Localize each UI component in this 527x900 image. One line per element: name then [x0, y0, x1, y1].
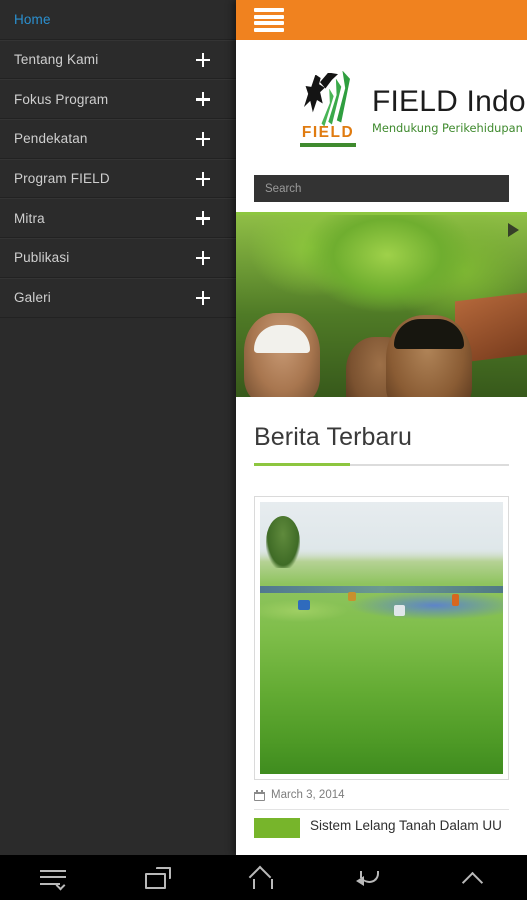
news-date-row: March 3, 2014 [254, 789, 509, 810]
photo-detail [348, 591, 356, 601]
app-top-bar [236, 0, 527, 40]
logo-wordmark-text: FIELD [301, 123, 355, 141]
expand-up-icon [461, 869, 487, 893]
photo-detail [298, 599, 310, 610]
menu-button[interactable] [17, 855, 89, 900]
sidebar-item-galeri[interactable]: Galeri [0, 277, 236, 318]
brand-text-block: FIELD Indo Mendukung Perikehidupan Masya [372, 80, 527, 136]
sidebar-item-label: Publikasi [14, 250, 70, 266]
photo-detail [260, 586, 503, 594]
home-icon [249, 865, 277, 889]
news-date: March 3, 2014 [271, 789, 345, 801]
sidebar-item-fokus-program[interactable]: Fokus Program [0, 79, 236, 120]
recent-apps-icon [145, 866, 172, 889]
hamburger-bar [254, 27, 284, 32]
plus-icon[interactable] [196, 92, 210, 107]
hamburger-bar [254, 21, 284, 26]
navigation-drawer: Home Tentang Kami Fokus Program Pendekat… [0, 0, 236, 855]
brand-tagline: Mendukung Perikehidupan Masya [372, 121, 527, 136]
article-thumbnail [254, 818, 300, 838]
search-box[interactable] [254, 175, 509, 202]
brand-title: FIELD Indo [372, 84, 526, 118]
plus-icon[interactable] [196, 171, 210, 186]
photo-detail [266, 516, 300, 568]
logo-wordmark-bar [300, 142, 356, 147]
sidebar-item-label: Home [14, 11, 51, 27]
hero-slider[interactable] [236, 215, 527, 397]
news-card[interactable] [254, 496, 509, 780]
device-screen: Home Tentang Kami Fokus Program Pendekat… [0, 0, 527, 900]
sidebar-item-mitra[interactable]: Mitra [0, 198, 236, 239]
recent-apps-button[interactable] [122, 855, 194, 900]
logo-wordmark: FIELD [300, 124, 356, 147]
hamburger-bar [254, 8, 284, 13]
home-button[interactable] [227, 855, 299, 900]
back-button[interactable] [333, 855, 405, 900]
page-content-panel: FIELD FIELD Indo Mendukung Perikehidupan… [236, 0, 527, 855]
plus-icon[interactable] [196, 52, 210, 67]
sidebar-item-label: Tentang Kami [14, 52, 99, 68]
calendar-icon [254, 789, 265, 801]
plus-icon[interactable] [196, 250, 210, 265]
search-area [236, 175, 527, 212]
slider-next-arrow-icon[interactable] [508, 223, 519, 237]
news-thumbnail-image [260, 502, 503, 774]
sidebar-item-label: Program FIELD [14, 171, 110, 187]
photo-detail [394, 605, 405, 617]
android-navigation-bar [0, 855, 527, 900]
expand-up-button[interactable] [438, 855, 510, 900]
sidebar-item-label: Pendekatan [14, 131, 88, 147]
menu-icon [39, 868, 66, 890]
sidebar-item-label: Mitra [14, 210, 45, 226]
sidebar-item-label: Galeri [14, 290, 51, 306]
hamburger-icon[interactable] [254, 7, 284, 33]
sidebar-item-tentang-kami[interactable]: Tentang Kami [0, 39, 236, 80]
title-underline [254, 463, 509, 466]
list-item[interactable]: Sistem Lelang Tanah Dalam UU [254, 818, 509, 838]
site-branding[interactable]: FIELD FIELD Indo Mendukung Perikehidupan… [236, 40, 527, 175]
page-title: Berita Terbaru [254, 423, 412, 451]
sidebar-item-home[interactable]: Home [0, 0, 236, 40]
plus-icon[interactable] [196, 131, 210, 146]
sidebar-item-publikasi[interactable]: Publikasi [0, 238, 236, 278]
sidebar-item-pendekatan[interactable]: Pendekatan [0, 119, 236, 159]
article-title[interactable]: Sistem Lelang Tanah Dalam UU [310, 818, 502, 835]
hamburger-bar [254, 14, 284, 19]
hero-image-detail [394, 319, 464, 349]
sidebar-item-label: Fokus Program [14, 91, 109, 107]
section-header: Berita Terbaru [236, 397, 527, 466]
back-icon [355, 867, 382, 889]
field-logo-icon: FIELD [300, 69, 362, 147]
plus-icon[interactable] [196, 211, 210, 226]
sidebar-item-program-field[interactable]: Program FIELD [0, 158, 236, 199]
search-input[interactable] [265, 182, 498, 195]
plus-icon[interactable] [196, 290, 210, 305]
photo-detail [452, 594, 459, 607]
